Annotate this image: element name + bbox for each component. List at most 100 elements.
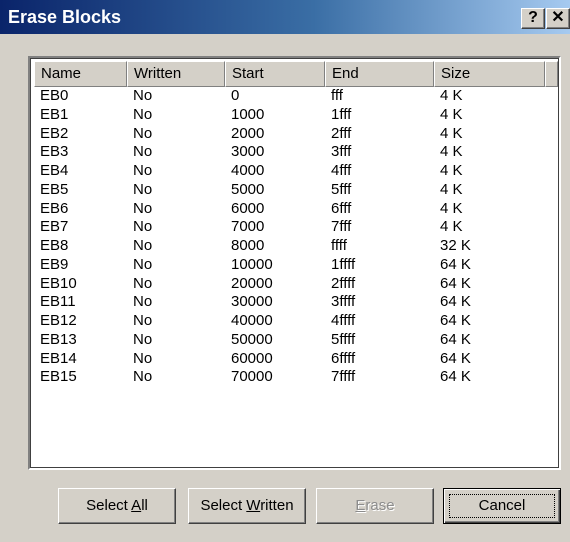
cell-size: 64 K [440,312,471,329]
cell-size: 64 K [440,330,471,348]
cell-name: EB8 [40,237,69,254]
cell-start: 40000 [231,312,273,329]
cell-end: 5ffff [331,330,356,348]
cell-written: No [133,312,153,329]
cell-size: 4 K [440,105,463,123]
window-title: Erase Blocks [8,7,122,27]
table-row[interactable]: EB13 No 50000 5ffff 64 K [34,331,558,350]
erase-blocks-dialog: Erase Blocks ? ✕ Name Written Start End … [0,0,570,542]
table-row[interactable]: EB2 No 2000 2fff 4 K [34,125,558,144]
cell-written: No [133,180,153,198]
cell-written: No [133,368,153,386]
cell-written: No [133,274,153,292]
cell-name: EB9 [40,255,69,273]
cell-written: No [133,330,153,348]
title-bar[interactable]: Erase Blocks ? ✕ [0,0,570,34]
cell-start: 60000 [231,349,273,367]
table-row[interactable]: EB15 No 70000 7ffff 64 K [34,368,558,387]
cell-size: 64 K [440,349,471,367]
cell-size: 64 K [440,368,471,386]
table-row[interactable]: EB0 No 0 fff 4 K [34,87,558,106]
cell-start: 5000 [231,180,265,198]
cell-name: EB11 [40,293,76,311]
cell-written: No [133,237,153,254]
cell-start: 8000 [231,237,265,254]
cell-start: 7000 [231,218,265,236]
cell-start: 3000 [231,143,265,161]
list-rows: EB0 No 0 fff 4 K EB1 No 1000 1fff 4 K EB2 No 2000 2ff… [34,87,558,387]
table-row[interactable]: EB3 No 3000 3fff 4 K [34,143,558,162]
cell-start: 4000 [231,162,265,179]
table-row[interactable]: EB12 No 40000 4ffff 64 K [34,312,558,331]
select-all-label: Select All [86,497,148,514]
cell-name: EB6 [40,199,69,217]
cell-written: No [133,293,153,311]
cell-end: 7ffff [331,368,356,386]
erase-button[interactable]: Erase [316,488,434,524]
cell-written: No [133,218,153,236]
table-row[interactable]: EB14 No 60000 6ffff 64 K [34,350,558,369]
cell-written: No [133,124,153,142]
table-row[interactable]: EB7 No 7000 7fff 4 K [34,218,558,237]
erase-blocks-list[interactable]: Name Written Start End Size EB0 No 0 fff 4 K… [28,56,561,470]
cell-start: 0 [231,87,240,104]
column-header-size[interactable]: Size [434,61,545,87]
column-header-end[interactable]: End [325,61,434,87]
cell-name: EB15 [40,368,77,386]
select-all-button[interactable]: Select All [58,488,176,524]
cell-end: 3ffff [331,293,356,311]
cell-end: 4fff [331,162,352,179]
table-row[interactable]: EB4 No 4000 4fff 4 K [34,162,558,181]
select-written-label: Select Written [200,497,294,514]
table-row[interactable]: EB8 No 8000 ffff 32 K [34,237,558,256]
cell-end: 3fff [331,143,352,161]
cell-name: EB5 [40,180,69,198]
table-row[interactable]: EB5 No 5000 5fff 4 K [34,181,558,200]
cell-name: EB10 [40,274,77,292]
column-header-filler [545,61,558,87]
table-row[interactable]: EB10 No 20000 2ffff 64 K [34,275,558,294]
cell-size: 64 K [440,255,471,273]
cell-end: 1ffff [331,255,356,273]
help-button[interactable]: ? [521,8,545,29]
table-row[interactable]: EB11 No 30000 3ffff 64 K [34,293,558,312]
cell-size: 4 K [440,180,463,198]
close-button[interactable]: ✕ [546,8,570,29]
cell-start: 2000 [231,124,265,142]
cell-name: EB12 [40,312,77,329]
cell-end: 6ffff [331,349,356,367]
cell-name: EB13 [40,330,77,348]
cell-written: No [133,349,153,367]
cell-end: 1fff [331,105,352,123]
column-header-start[interactable]: Start [225,61,325,87]
column-header-name[interactable]: Name [34,61,127,87]
table-row[interactable]: EB9 No 10000 1ffff 64 K [34,256,558,275]
cell-start: 1000 [231,105,265,123]
cell-size: 4 K [440,124,463,142]
cell-size: 4 K [440,143,463,161]
cancel-button[interactable]: Cancel [443,488,561,524]
cell-name: EB3 [40,143,69,161]
cell-name: EB7 [40,218,69,236]
cell-start: 10000 [231,255,273,273]
cell-start: 6000 [231,199,265,217]
cancel-label: Cancel [478,497,526,514]
erase-label: Erase [355,497,395,514]
cell-end: 7fff [331,218,352,236]
cell-end: 4ffff [331,312,356,329]
column-header-written[interactable]: Written [127,61,225,87]
cell-written: No [133,255,153,273]
cell-written: No [133,105,153,123]
table-row[interactable]: EB1 No 1000 1fff 4 K [34,106,558,125]
cell-name: EB1 [40,105,69,123]
help-icon: ? [528,9,538,26]
cell-name: EB0 [40,87,69,104]
cell-end: 5fff [331,180,352,198]
cell-size: 64 K [440,274,471,292]
table-row[interactable]: EB6 No 6000 6fff 4 K [34,200,558,219]
cell-written: No [133,87,153,104]
cell-size: 4 K [440,87,463,104]
cell-size: 4 K [440,162,463,179]
select-written-button[interactable]: Select Written [188,488,306,524]
cell-start: 50000 [231,330,273,348]
